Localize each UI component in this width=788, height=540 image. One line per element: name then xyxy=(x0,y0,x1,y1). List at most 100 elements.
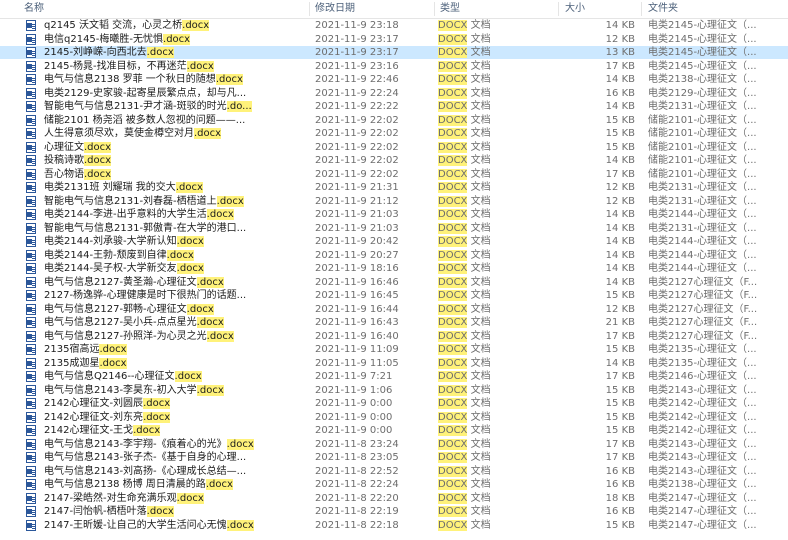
file-row[interactable]: 2135成迦星.docx 2021-11-9 11:05 DOCX 文档 14 KB 电… xyxy=(0,357,788,370)
file-row[interactable]: 2127-杨逸骅-心理健康是时下很热门的话题... 2021-11-9 16:45… xyxy=(0,289,788,302)
column-divider[interactable] xyxy=(434,2,435,16)
file-row[interactable]: 电气与信息2138 罗菲 一个秋日的随想.docx 2021-11-9 22:46… xyxy=(0,73,788,86)
file-name-text: 电气与信息2127-孙照洋-为心灵之光 xyxy=(44,330,207,342)
file-name[interactable]: 2147-梁皓然-对生命充满乐观.docx xyxy=(44,492,302,505)
file-name[interactable]: 2147-闫怡帆-栖梧叶落.docx xyxy=(44,505,302,518)
file-name[interactable]: 电类2144-王勃-颓废到自律.docx xyxy=(44,249,302,262)
file-row[interactable]: 电气与信息2127-吴小兵-点点星光.docx 2021-11-9 16:43 DO… xyxy=(0,316,788,329)
file-row[interactable]: 2147-王昕媛-让自己的大学生活问心无愧.docx 2021-11-8 22:1… xyxy=(0,519,788,532)
file-name[interactable]: 2142心理征文-王戈.docx xyxy=(44,424,302,437)
file-name[interactable]: 电气与信息2138 罗菲 一个秋日的随想.docx xyxy=(44,73,302,86)
file-name[interactable]: 电气与信息2143-李宇翔-《痕着心的光》.docx xyxy=(44,438,302,451)
file-name[interactable]: 电气与信息2127-郭畅-心理征文.docx xyxy=(44,303,302,316)
file-row[interactable]: 投稿诗歌.docx 2021-11-9 22:02 DOCX 文档 14 KB 储能21… xyxy=(0,154,788,167)
file-row[interactable]: 电类2144-王勃-颓废到自律.docx 2021-11-9 20:27 DOCX … xyxy=(0,249,788,262)
file-name[interactable]: 电气与信息2127-吴小兵-点点星光.docx xyxy=(44,316,302,329)
file-row[interactable]: 2147-闫怡帆-栖梧叶落.docx 2021-11-8 22:19 DOCX 文档… xyxy=(0,505,788,518)
file-name[interactable]: 智能电气与信息2131-尹才涵-斑驳的时光.do... xyxy=(44,100,302,113)
file-row[interactable]: 电气与信息2127-郭畅-心理征文.docx 2021-11-9 16:44 DOC… xyxy=(0,303,788,316)
file-name[interactable]: 2142心理征文-刘东亮.docx xyxy=(44,411,302,424)
column-header-size[interactable]: 大小 xyxy=(565,0,640,18)
file-name[interactable]: 电信q2145-梅曦胜-无忧惧.docx xyxy=(44,33,302,46)
file-name[interactable]: 2145-刘峥嵘-向西北去.docx xyxy=(44,46,302,59)
file-name[interactable]: 吾心物语.docx xyxy=(44,168,302,181)
file-name[interactable]: 2135成迦星.docx xyxy=(44,357,302,370)
file-row[interactable]: 电类2129-史家骏-起寄星辰繁点点，却与凡... 2021-11-9 22:24… xyxy=(0,87,788,100)
file-row[interactable]: 智能电气与信息2131-刘春磊-栖梧道上.docx 2021-11-9 21:12… xyxy=(0,195,788,208)
file-name[interactable]: 投稿诗歌.docx xyxy=(44,154,302,167)
file-name[interactable]: 电气与信息Q2146--心理征文.docx xyxy=(44,370,302,383)
file-row[interactable]: 人生得意须尽欢，莫使金樽空对月.docx 2021-11-9 22:02 DOCX … xyxy=(0,127,788,140)
file-name-text: 心理征文 xyxy=(44,141,84,153)
file-type-highlight: DOCX xyxy=(438,438,468,450)
file-row[interactable]: 电气与信息2143-张子杰-《基于自身的心理... 2021-11-8 23:05… xyxy=(0,451,788,464)
file-row[interactable]: 智能电气与信息2131-郭傲青-在大学的港口... 2021-11-9 21:03… xyxy=(0,222,788,235)
file-type-text: 文档 xyxy=(467,519,491,531)
file-row[interactable]: q2145 沃文韬 交流，心灵之桥.docx 2021-11-9 23:18 DOC… xyxy=(0,19,788,32)
file-row[interactable]: 电类2144-吴子权-大学新交友.docx 2021-11-9 18:16 DOCX… xyxy=(0,262,788,275)
file-row[interactable]: 2147-梁皓然-对生命充满乐观.docx 2021-11-8 22:20 DOCX… xyxy=(0,492,788,505)
column-header-date[interactable]: 修改日期 xyxy=(315,0,433,18)
file-name[interactable]: 电气与信息2127-孙照洋-为心灵之光.docx xyxy=(44,330,302,343)
file-type-text: 文档 xyxy=(467,479,491,490)
file-name[interactable]: 电类2144-李进-出乎意料的大学生活.docx xyxy=(44,208,302,221)
file-row[interactable]: 2145-刘峥嵘-向西北去.docx 2021-11-9 23:17 DOCX 文档… xyxy=(0,46,788,59)
file-name[interactable]: 心理征文.docx xyxy=(44,141,302,154)
file-row[interactable]: 吾心物语.docx 2021-11-9 22:02 DOCX 文档 17 KB 储能21… xyxy=(0,168,788,181)
file-name[interactable]: 电类2144-刘承骏-大学新认知.docx xyxy=(44,235,302,248)
file-row[interactable]: 智能电气与信息2131-尹才涵-斑驳的时光.do... 2021-11-9 22:… xyxy=(0,100,788,113)
file-name[interactable]: 人生得意须尽欢，莫使金樽空对月.docx xyxy=(44,127,302,140)
file-row[interactable]: 2142心理征文-刘圆辰.docx 2021-11-9 0:00 DOCX 文档 15… xyxy=(0,397,788,410)
column-header-name[interactable]: 名称 xyxy=(24,0,304,18)
file-size: 12 KB xyxy=(605,33,635,45)
file-row[interactable]: 2142心理征文-刘东亮.docx 2021-11-9 0:00 DOCX 文档 15… xyxy=(0,411,788,424)
file-name[interactable]: 电气与信息2143-张子杰-《基于自身的心理... xyxy=(44,451,302,464)
file-name[interactable]: 电气与信息2127-黄圣瀚-心理征文.docx xyxy=(44,276,302,289)
file-name[interactable]: 2135宿高远.docx xyxy=(44,343,302,356)
file-row[interactable]: 电类2144-刘承骏-大学新认知.docx 2021-11-9 20:42 DOCX… xyxy=(0,235,788,248)
file-row[interactable]: 电气与信息2143-李昊东-初入大学.docx 2021-11-9 1:06 DOC… xyxy=(0,384,788,397)
file-row[interactable]: 心理征文.docx 2021-11-9 22:02 DOCX 文档 15 KB 储能21… xyxy=(0,141,788,154)
column-divider[interactable] xyxy=(309,2,310,16)
file-name-text: 2142心理征文-王戈 xyxy=(44,425,134,436)
file-modified-date: 2021-11-9 0:00 xyxy=(315,411,393,423)
file-name[interactable]: 电类2129-史家骏-起寄星辰繁点点，却与凡... xyxy=(44,87,302,100)
file-name[interactable]: q2145 沃文韬 交流，心灵之桥.docx xyxy=(44,19,302,32)
file-row[interactable]: 储能2101 杨尧滔 被多数人忽视的问题——... 2021-11-9 22:02… xyxy=(0,114,788,127)
file-name[interactable]: 储能2101 杨尧滔 被多数人忽视的问题——... xyxy=(44,114,302,127)
word-document-icon xyxy=(26,195,36,207)
column-divider[interactable] xyxy=(641,2,642,16)
file-row[interactable]: 电信q2145-梅曦胜-无忧惧.docx 2021-11-9 23:17 DOCX … xyxy=(0,33,788,46)
file-row[interactable]: 电类2131班 刘耀瑞 我的交大.docx 2021-11-9 21:31 DOCX… xyxy=(0,181,788,194)
file-row[interactable]: 电气与信息2127-黄圣瀚-心理征文.docx 2021-11-9 16:46 DO… xyxy=(0,276,788,289)
file-row[interactable]: 电气与信息2143-刘高扬-《心理成长总结—... 2021-11-8 22:52… xyxy=(0,465,788,478)
file-folder: 储能2101-心理征文（... xyxy=(648,155,757,166)
file-name[interactable]: 电气与信息2138 杨博 周日清晨的路.docx xyxy=(44,478,302,491)
file-name[interactable]: 2142心理征文-刘圆辰.docx xyxy=(44,397,302,410)
file-name[interactable]: 电类2131班 刘耀瑞 我的交大.docx xyxy=(44,181,302,194)
file-name[interactable]: 智能电气与信息2131-郭傲青-在大学的港口... xyxy=(44,222,302,235)
file-name[interactable]: 2145-杨晁-找准目标，不再迷茫.docx xyxy=(44,60,302,73)
file-row[interactable]: 电气与信息2143-李宇翔-《痕着心的光》.docx 2021-11-8 23:2… xyxy=(0,438,788,451)
file-row[interactable]: 2135宿高远.docx 2021-11-9 11:09 DOCX 文档 15 KB 电… xyxy=(0,343,788,356)
file-name[interactable]: 2127-杨逸骅-心理健康是时下很热门的话题... xyxy=(44,289,302,302)
file-name[interactable]: 电气与信息2143-刘高扬-《心理成长总结—... xyxy=(44,465,302,478)
file-name-text: 2147-梁皓然-对生命充满乐观 xyxy=(44,492,177,504)
file-type-text: 文档 xyxy=(467,60,491,72)
column-header-folder[interactable]: 文件夹 xyxy=(648,0,786,18)
file-name[interactable]: 智能电气与信息2131-刘春磊-栖梧道上.docx xyxy=(44,195,302,208)
column-divider[interactable] xyxy=(558,2,559,16)
file-row[interactable]: 2142心理征文-王戈.docx 2021-11-9 0:00 DOCX 文档 15 … xyxy=(0,424,788,437)
file-row[interactable]: 电气与信息2127-孙照洋-为心灵之光.docx 2021-11-9 16:40 D… xyxy=(0,330,788,343)
file-row[interactable]: 电气与信息Q2146--心理征文.docx 2021-11-9 7:21 DOCX … xyxy=(0,370,788,383)
file-name[interactable]: 电类2144-吴子权-大学新交友.docx xyxy=(44,262,302,275)
file-type-highlight: DOCX xyxy=(438,303,468,315)
file-row[interactable]: 电类2144-李进-出乎意料的大学生活.docx 2021-11-9 21:03 D… xyxy=(0,208,788,221)
file-name[interactable]: 2147-王昕媛-让自己的大学生活问心无愧.docx xyxy=(44,519,302,532)
file-name[interactable]: 电气与信息2143-李昊东-初入大学.docx xyxy=(44,384,302,397)
file-row[interactable]: 电气与信息2138 杨博 周日清晨的路.docx 2021-11-8 22:24 D… xyxy=(0,478,788,491)
word-document-icon xyxy=(26,303,36,315)
file-row[interactable]: 2145-杨晁-找准目标，不再迷茫.docx 2021-11-9 23:16 DOC… xyxy=(0,60,788,73)
column-header-type[interactable]: 类型 xyxy=(440,0,552,18)
file-modified-date: 2021-11-9 22:02 xyxy=(315,155,399,166)
